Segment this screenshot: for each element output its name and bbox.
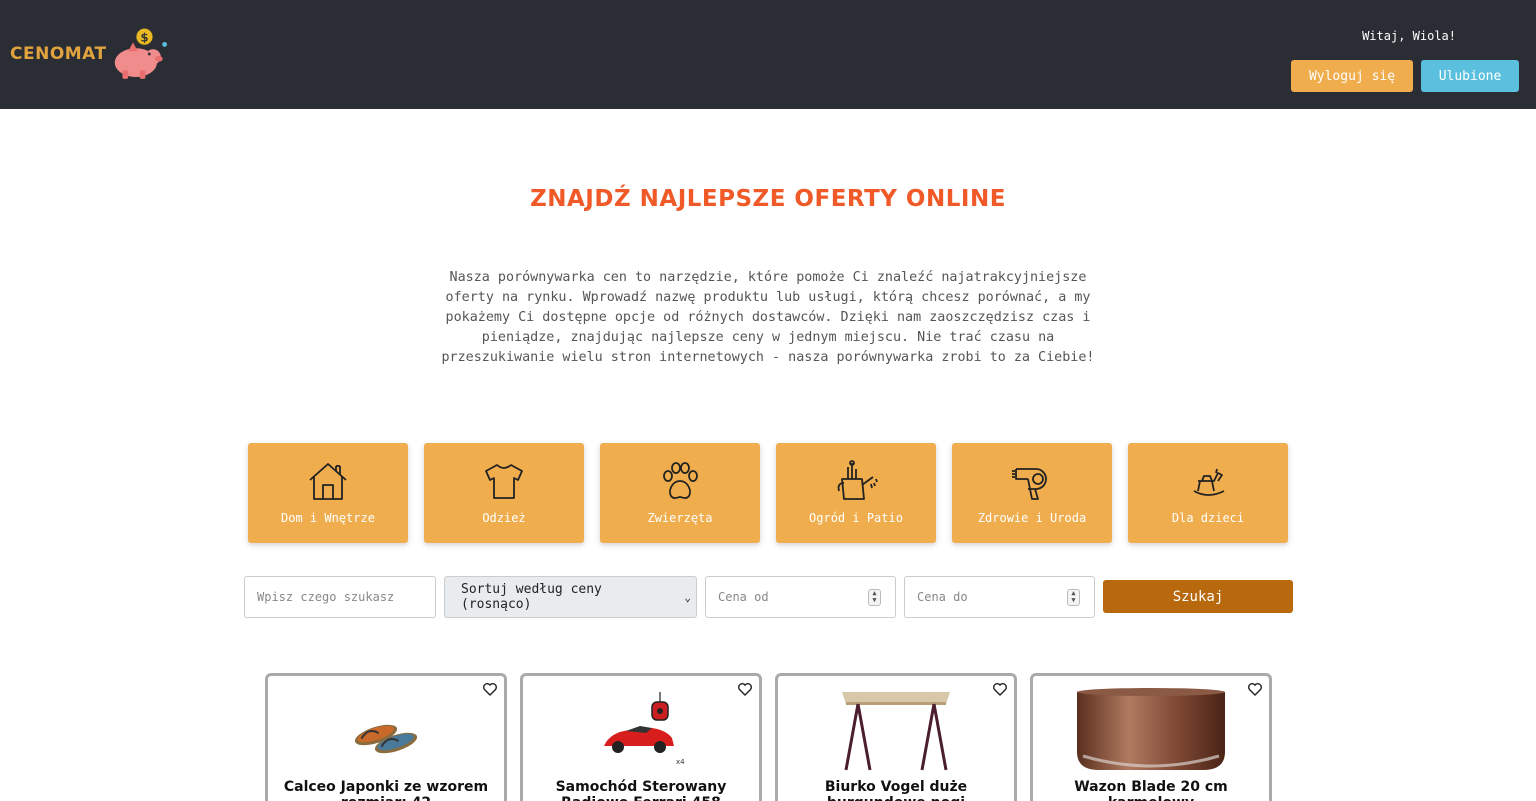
- category-zdrowie-i-uroda[interactable]: Zdrowie i Uroda: [952, 443, 1112, 543]
- price-from-stepper[interactable]: ▲ ▼: [868, 589, 881, 606]
- product-card[interactable]: x4 Samochód Sterowany Radiowo Ferrari 45…: [520, 673, 762, 801]
- house-icon: [309, 463, 347, 500]
- category-label: Odzież: [482, 511, 526, 525]
- category-label: Dom i Wnętrze: [281, 511, 375, 525]
- category-grid: Dom i Wnętrze Odzież Zwierzęta Ogród i P…: [248, 443, 1289, 543]
- tshirt-icon: [485, 464, 523, 499]
- category-dom-i-wnetrze[interactable]: Dom i Wnętrze: [248, 443, 408, 543]
- price-from-field[interactable]: ▲▼: [705, 576, 896, 618]
- user-greeting: Witaj, Wiola!: [1362, 29, 1456, 43]
- product-title[interactable]: Samochód Sterowany Radiowo Ferrari 458: [531, 779, 751, 801]
- sort-selected-value: Sortuj według ceny (rosnąco): [461, 582, 602, 612]
- product-title[interactable]: Wazon Blade 20 cm karmelowy: [1041, 779, 1261, 801]
- rocking-horse-icon: [1193, 468, 1225, 496]
- piggy-bank-icon: $: [114, 27, 167, 79]
- category-dla-dzieci[interactable]: Dla dzieci: [1128, 443, 1288, 543]
- desk-image: [842, 692, 950, 771]
- product-card[interactable]: Biurko Vogel duże burgundowe nogi: [775, 673, 1017, 801]
- search-button[interactable]: Szukaj: [1103, 580, 1293, 613]
- price-to-stepper[interactable]: ▲ ▼: [1067, 589, 1080, 606]
- product-image[interactable]: [268, 684, 504, 776]
- sort-select[interactable]: Sortuj według ceny (rosnąco) ⌄: [444, 576, 697, 618]
- site-logo[interactable]: CENOMAT $: [10, 24, 170, 84]
- product-image[interactable]: x4: [523, 684, 759, 776]
- rc-car-image: x4: [604, 692, 685, 766]
- svg-text:x4: x4: [676, 758, 685, 766]
- product-title[interactable]: Biurko Vogel duże burgundowe nogi: [786, 779, 1006, 801]
- category-zwierzeta[interactable]: Zwierzęta: [600, 443, 760, 543]
- favorites-button[interactable]: Ulubione: [1421, 60, 1519, 92]
- top-navbar: CENOMAT $ Witaj, Wiola! Wyloguj się Ulub…: [0, 0, 1536, 109]
- chevron-down-icon: ⌄: [684, 591, 691, 604]
- price-from-input[interactable]: [706, 577, 856, 617]
- svg-text:$: $: [140, 31, 148, 45]
- logo-text: CENOMAT: [10, 44, 107, 64]
- hair-dryer-icon: [1012, 468, 1047, 500]
- logout-button[interactable]: Wyloguj się: [1291, 60, 1413, 92]
- hero-description: Nasza porównywarka cen to narzędzie, któ…: [441, 270, 1095, 365]
- category-label: Zdrowie i Uroda: [977, 511, 1087, 525]
- price-to-field[interactable]: ▲▼: [904, 576, 1095, 618]
- price-to-input[interactable]: [905, 577, 1055, 617]
- hero-title: ZNAJDŹ NAJLEPSZE OFERTY ONLINE: [530, 186, 1006, 212]
- category-label: Zwierzęta: [647, 511, 713, 525]
- category-odziez[interactable]: Odzież: [424, 443, 584, 543]
- product-card[interactable]: Calceo Japonki ze wzorem rozmiar: 42: [265, 673, 507, 801]
- search-input[interactable]: [244, 576, 436, 618]
- category-label: Ogród i Patio: [809, 511, 903, 525]
- watering-can-icon: [837, 460, 878, 500]
- product-image[interactable]: [1033, 684, 1269, 776]
- product-title[interactable]: Calceo Japonki ze wzorem rozmiar: 42: [276, 779, 496, 801]
- product-image[interactable]: [778, 684, 1014, 776]
- category-label: Dla dzieci: [1171, 511, 1245, 525]
- flip-flops-image: [354, 724, 418, 754]
- product-card[interactable]: Wazon Blade 20 cm karmelowy: [1030, 673, 1272, 801]
- paw-icon: [663, 462, 698, 499]
- vase-image: [1077, 688, 1225, 770]
- category-ogrod-i-patio[interactable]: Ogród i Patio: [776, 443, 936, 543]
